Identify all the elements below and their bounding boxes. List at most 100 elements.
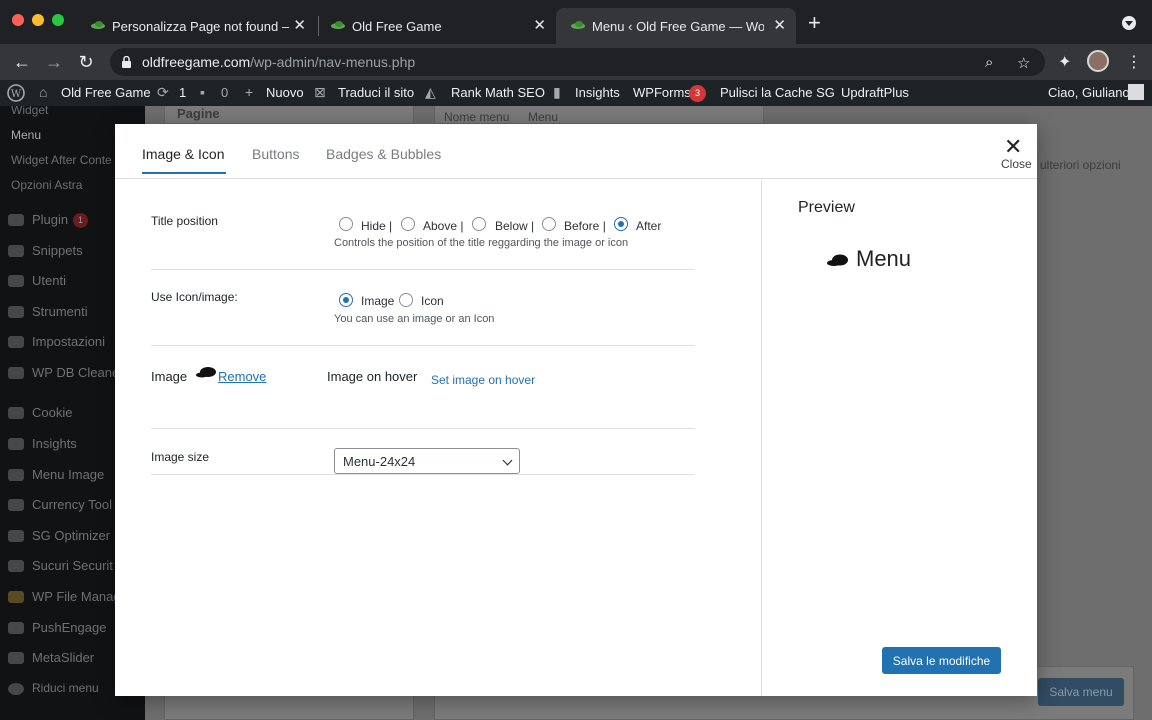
browser-tab-3-active[interactable]: Menu ‹ Old Free Game — Word ✕ [556,8,796,44]
settings-icon [8,336,24,348]
radio-hide[interactable] [339,217,353,231]
updates-icon: ⟳ [157,84,169,100]
preview-menu-text: Menu [856,246,912,271]
sidebar-item-snippets[interactable]: Snippets [32,243,83,258]
image-size-value: Menu-24x24 [343,454,416,469]
radio-below[interactable] [472,217,486,231]
users-icon [8,275,24,287]
address-bar[interactable]: oldfreegame.com/wp-admin/nav-menus.php ⌕… [110,48,1045,76]
pushengage-icon [8,622,24,634]
reload-icon[interactable]: ↻ [74,50,98,74]
title-position-description: Controls the position of the title regga… [334,237,629,249]
radio-icon-label: Icon [421,294,444,308]
zoom-icon[interactable]: ⌕ [985,54,993,71]
close-tab-icon[interactable]: ✕ [533,16,546,34]
sidebar-sub-astra-options[interactable]: Opzioni Astra [11,178,82,192]
sidebar-item-users[interactable]: Utenti [32,273,66,288]
remove-image-link[interactable]: Remove [218,369,266,384]
url-text: oldfreegame.com/wp-admin/nav-menus.php [142,54,415,70]
sidebar-item-plugin[interactable]: Plugin [32,212,68,227]
url-domain: oldfreegame.com [142,54,251,70]
radio-before[interactable] [542,217,556,231]
shield-icon [8,560,24,572]
sidebar-item-insights[interactable]: Insights [32,436,77,451]
forward-arrow-icon[interactable]: → [42,50,66,74]
insights-chart-icon: ▮ [553,84,561,100]
menu-image-modal: Image & Icon Buttons Badges & Bubbles ✕ … [115,124,1037,696]
close-tab-icon[interactable]: ✕ [293,16,306,34]
save-menu-button[interactable]: Salva menu [1038,678,1124,706]
tab-image-icon[interactable]: Image & Icon [142,146,225,162]
sidebar-item-cookie[interactable]: Cookie [32,405,72,420]
database-icon [8,367,24,379]
sidebar-item-sg-optimizer[interactable]: SG Optimizer [32,528,110,543]
wpforms-link[interactable]: WPForms [633,85,691,100]
sidebar-item-pushengage[interactable]: PushEngage [32,620,106,635]
image-label: Image [151,369,188,384]
window-minimize-button[interactable] [32,14,44,26]
purge-cache-link[interactable]: Pulisci la Cache SG [720,85,835,100]
window-close-button[interactable] [12,14,24,26]
close-label[interactable]: Close [1001,157,1032,171]
browser-tab-1[interactable]: Personalizza Page not found – ✕ [76,8,316,44]
svg-text:W: W [11,89,22,100]
sidebar-item-wp-file-manager[interactable]: WP File Manag [32,589,121,604]
save-changes-button[interactable]: Salva le modifiche [882,647,1001,674]
browser-tab-2[interactable]: Old Free Game ✕ [316,8,556,44]
plugin-icon [8,214,24,226]
window-maximize-button[interactable] [52,14,64,26]
extensions-puzzle-icon[interactable]: ✦ [1058,52,1071,72]
account-greeting[interactable]: Ciao, Giuliano [1048,85,1130,100]
site-name-link[interactable]: Old Free Game [61,85,151,100]
tab-search-icon[interactable] [1122,16,1136,30]
back-arrow-icon[interactable]: ← [10,50,34,74]
tab-title: Personalizza Page not found – [112,18,290,34]
sidebar-sub-menu[interactable]: Menu [11,128,41,142]
rank-math-link[interactable]: Rank Math SEO [451,85,545,100]
sidebar-item-menu-image[interactable]: Menu Image [32,467,104,482]
sidebar-item-currency-tool[interactable]: Currency Tool [32,497,112,512]
tab-badges-bubbles[interactable]: Badges & Bubbles [326,146,441,162]
account-avatar[interactable] [1128,84,1144,100]
set-image-on-hover-link[interactable]: Set image on hover [431,373,535,387]
menu-name-value: Menu [528,110,559,124]
sidebar-sub-widget-after-content[interactable]: Widget After Conte [11,153,112,167]
currency-icon [8,499,24,511]
insights-link[interactable]: Insights [575,85,620,100]
close-icon[interactable]: ✕ [1004,136,1022,158]
updates-count[interactable]: 1 [179,85,186,100]
tab-buttons[interactable]: Buttons [252,146,299,162]
active-tab-indicator [142,172,226,174]
comments-count[interactable]: 0 [221,85,228,100]
image-size-select[interactable]: Menu-24x24 [334,448,520,474]
sidebar-item-sucuri[interactable]: Sucuri Securit [32,558,113,573]
translate-site-link[interactable]: Traduci il sito [338,85,414,100]
updraftplus-link[interactable]: UpdraftPlus [841,85,909,100]
sidebar-item-wp-db-cleaner[interactable]: WP DB Cleane [32,365,119,380]
menu-name-label: Nome menu [444,110,510,124]
radio-above[interactable] [401,217,415,231]
sidebar-item-metaslider[interactable]: MetaSlider [32,650,94,665]
browser-toolbar: ← → ↻ oldfreegame.com/wp-admin/nav-menus… [0,44,1152,80]
bookmark-star-icon[interactable]: ☆ [1017,54,1030,72]
row-divider [151,474,695,475]
radio-before-label: Before | [564,219,606,233]
folder-icon [8,591,24,603]
radio-image[interactable] [339,293,353,307]
profile-avatar[interactable] [1087,50,1109,72]
sidebar-sub-widget[interactable]: Widget [11,106,48,117]
row-divider [151,428,695,429]
new-content-link[interactable]: Nuovo [266,85,304,100]
snippets-icon [8,245,24,257]
radio-icon[interactable] [399,293,413,307]
browser-menu-icon[interactable]: ⋮ [1126,52,1142,72]
lock-icon [122,56,131,68]
sidebar-collapse-menu[interactable]: Riduci menu [32,681,99,695]
wordpress-logo-icon[interactable]: W [7,84,25,102]
sidebar-item-settings[interactable]: Impostazioni [32,334,105,349]
radio-after[interactable] [614,217,628,231]
sidebar-item-tools[interactable]: Strumenti [32,304,88,319]
title-position-label: Title position [151,214,218,228]
close-tab-icon[interactable]: ✕ [773,16,786,34]
new-tab-button[interactable]: + [808,12,821,34]
